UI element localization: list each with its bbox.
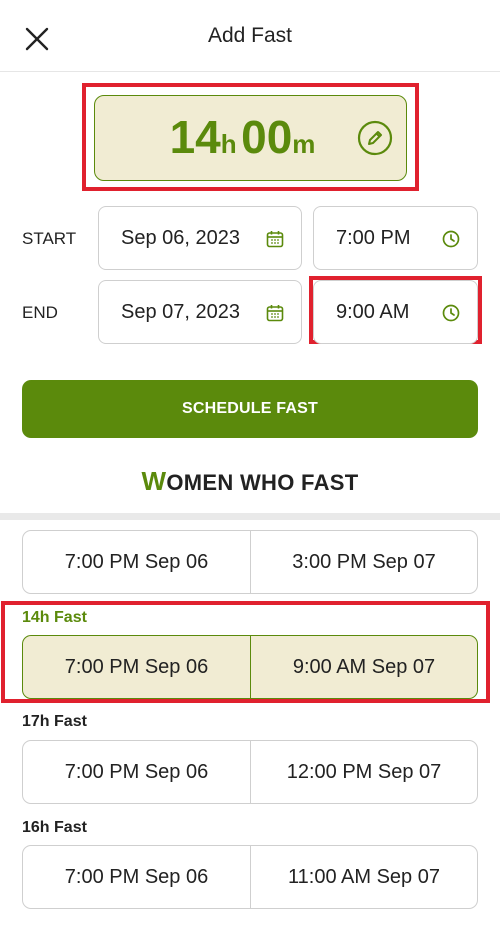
start-time-field[interactable]: 7:00 PM — [313, 206, 478, 270]
suggestion-start: 7:00 PM Sep 06 — [64, 655, 209, 678]
start-label: START — [22, 229, 77, 248]
duration-hours-unit: h — [220, 129, 237, 159]
schedule-fast-button[interactable]: SCHEDULE FAST — [22, 380, 478, 438]
edit-duration-button[interactable] — [357, 120, 393, 156]
suggestion-label: 14h Fast — [22, 609, 87, 626]
duration-hours: 14 — [169, 111, 221, 163]
suggestion-end: 9:00 AM Sep 07 — [250, 636, 477, 698]
logo-first-letter: W — [141, 466, 167, 496]
suggestion-row[interactable]: 7:00 PM Sep 06 11:00 AM Sep 07 — [22, 845, 478, 909]
women-who-fast-logo: WOMEN WHO FAST — [0, 466, 500, 497]
fast-duration-display: 14h 00m — [95, 110, 390, 164]
start-date-field[interactable]: Sep 06, 2023 — [98, 206, 302, 270]
section-divider — [0, 513, 500, 520]
clock-icon — [442, 230, 460, 248]
duration-minutes: 00 — [241, 111, 293, 163]
suggestion-end: 3:00 PM Sep 07 — [250, 531, 477, 593]
suggestion-label: 17h Fast — [22, 713, 87, 730]
pencil-edit-icon — [357, 120, 393, 156]
suggestion-row[interactable]: 7:00 PM Sep 06 12:00 PM Sep 07 — [22, 740, 478, 804]
end-date-value: Sep 07, 2023 — [121, 301, 240, 323]
start-time-value: 7:00 PM — [336, 227, 411, 249]
suggestion-row[interactable]: 7:00 PM Sep 06 3:00 PM Sep 07 — [22, 530, 478, 594]
page-title: Add Fast — [207, 24, 293, 47]
start-date-value: Sep 06, 2023 — [121, 227, 240, 249]
clock-icon — [442, 304, 460, 322]
calendar-icon — [266, 231, 284, 248]
end-time-value: 9:00 AM — [336, 301, 410, 323]
suggestion-start: 7:00 PM Sep 06 — [64, 865, 209, 888]
suggestion-end: 12:00 PM Sep 07 — [250, 741, 477, 803]
suggestion-row-selected[interactable]: 7:00 PM Sep 06 9:00 AM Sep 07 — [22, 635, 478, 699]
logo-text: OMEN WHO FAST — [166, 470, 359, 495]
end-label: END — [22, 303, 58, 322]
suggestion-start: 7:00 PM Sep 06 — [64, 550, 209, 573]
fast-duration-card[interactable]: 14h 00m — [94, 95, 407, 181]
end-time-field[interactable]: 9:00 AM — [313, 280, 478, 344]
suggestion-label: 16h Fast — [22, 819, 87, 836]
calendar-icon — [266, 305, 284, 322]
header: Add Fast — [0, 0, 500, 72]
suggestion-end: 11:00 AM Sep 07 — [250, 846, 477, 908]
end-date-field[interactable]: Sep 07, 2023 — [98, 280, 302, 344]
duration-minutes-unit: m — [292, 129, 316, 159]
suggestion-start: 7:00 PM Sep 06 — [64, 760, 209, 783]
